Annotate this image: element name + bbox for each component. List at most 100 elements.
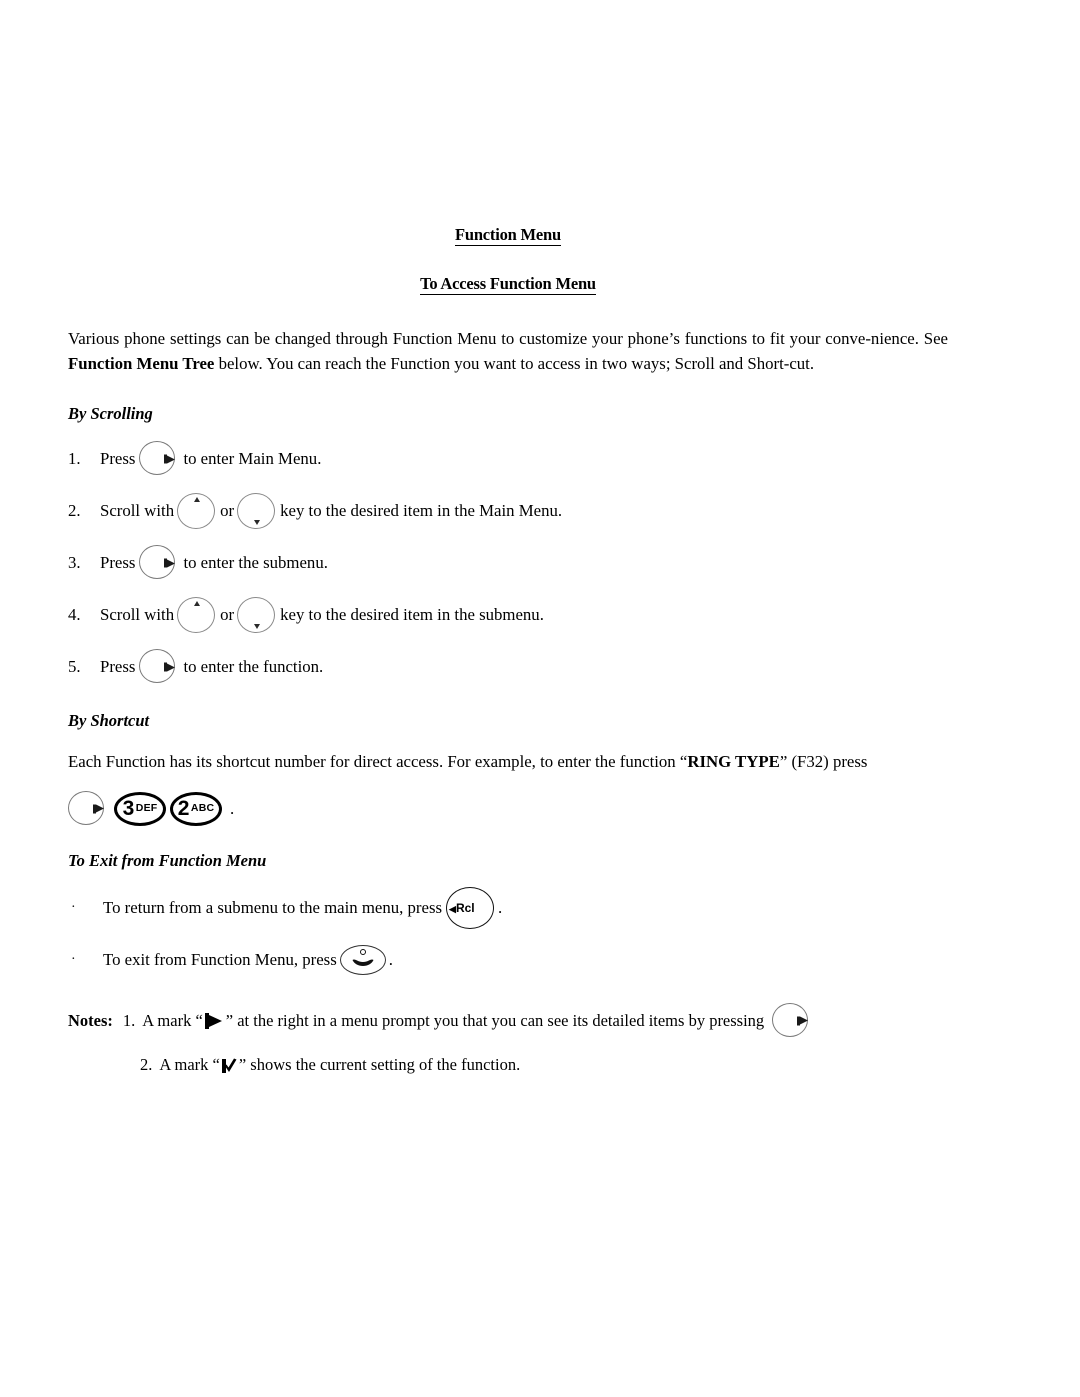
softkey-glyph [164, 558, 177, 568]
step-number: 3. [68, 553, 81, 572]
end-key-dot [359, 948, 366, 955]
up-arrow-mark [194, 497, 201, 502]
by-scrolling-heading: By Scrolling [68, 404, 153, 423]
left-arrow-icon: ◀ [449, 903, 456, 914]
function-softkey-icon[interactable] [139, 441, 179, 477]
bullet-text-before: To exit from Function Menu, press [103, 949, 337, 969]
down-arrow-mark [254, 624, 261, 629]
note-text-before: A mark “ [142, 1010, 203, 1030]
note-number: 1. [122, 1010, 136, 1030]
handset-icon [352, 959, 374, 966]
function-softkey-icon[interactable] [772, 1002, 812, 1039]
keypad-letters: ABC [190, 802, 215, 815]
page-title: Function Menu [68, 225, 948, 246]
shortcut-bold-term: RING TYPE [687, 752, 780, 771]
notes-label: Notes: [68, 1010, 113, 1030]
step-text-after: to enter Main Menu. [183, 449, 322, 468]
shortcut-period: . [230, 798, 235, 818]
intro-bold-term: Function Menu Tree [68, 353, 215, 373]
note-item: 2. A mark “ ” shows the current setting … [68, 1053, 948, 1077]
step-text-before: Press [100, 449, 136, 468]
keypad-key-2[interactable]: 2 ABC [170, 791, 222, 826]
intro-part1: Various phone settings can be changed th… [68, 329, 948, 348]
scroll-down-key-icon[interactable] [237, 493, 277, 529]
step-text-before: Press [100, 553, 136, 572]
list-item: 1. Press to enter Main Menu. [68, 441, 948, 477]
down-arrow-mark [254, 520, 261, 525]
shortcut-key-sequence: 3 DEF 2 ABC . [68, 789, 948, 829]
note-text-before: A mark “ [159, 1054, 220, 1074]
recall-text: Rcl [455, 900, 475, 915]
section-title: To Access Function Menu [68, 274, 948, 295]
note-text-mid: ” shows the current setting of the funct… [238, 1054, 521, 1074]
recall-key-icon[interactable]: ◀Rcl [446, 886, 495, 929]
step-text-middle: or [220, 501, 235, 520]
keypad-digit: 2 [177, 797, 190, 820]
function-softkey-icon[interactable] [68, 790, 108, 827]
to-exit-heading: To Exit from Function Menu [68, 850, 267, 870]
step-number: 4. [68, 605, 81, 624]
step-text-before: Scroll with [100, 501, 175, 520]
end-call-key-icon[interactable] [339, 944, 386, 975]
step-text-after: key to the desired item in the submenu. [280, 605, 544, 624]
step-number: 2. [68, 501, 81, 520]
shortcut-paragraph: Each Function has its shortcut number fo… [68, 750, 948, 775]
list-item: 5. Press to enter the function. [68, 649, 948, 685]
function-softkey-icon[interactable] [139, 649, 179, 685]
keypad-letters: DEF [135, 802, 158, 815]
bullet-marker: · [71, 951, 76, 967]
step-number: 5. [68, 657, 81, 676]
scroll-up-key-icon[interactable] [177, 597, 217, 633]
step-text-after: to enter the submenu. [183, 553, 328, 572]
keypad-key-3[interactable]: 3 DEF [114, 791, 166, 826]
shortcut-text-after: ” (F32) press [779, 752, 868, 771]
list-item: · To exit from Function Menu, press . [68, 944, 948, 975]
softkey-glyph [93, 804, 106, 813]
list-item: · To return from a submenu to the main m… [68, 886, 948, 929]
function-softkey-icon[interactable] [139, 545, 179, 581]
step-number: 1. [68, 449, 81, 468]
page-content: Function Menu To Access Function Menu Va… [68, 225, 948, 1077]
list-item: 3. Press to enter the submenu. [68, 545, 948, 581]
submenu-flag-mark-icon [204, 1012, 224, 1029]
bullet-text-after: . [388, 949, 393, 969]
step-text-before: Scroll with [100, 605, 175, 624]
bullet-text-after: . [498, 897, 503, 917]
bullet-marker: · [71, 899, 76, 915]
recall-key-label: ◀Rcl [449, 902, 475, 914]
step-text-after: to enter the function. [183, 657, 324, 676]
note-number: 2. [140, 1054, 153, 1074]
note-text-mid: ” at the right in a menu prompt you that… [225, 1010, 765, 1030]
notes-block: Notes: 1. A mark “ ” at the right in a m… [68, 1002, 948, 1077]
current-setting-check-mark-icon [221, 1057, 237, 1073]
bullet-text-before: To return from a submenu to the main men… [103, 897, 443, 917]
scroll-down-key-icon[interactable] [237, 597, 277, 633]
section-title-text: To Access Function Menu [420, 274, 596, 295]
document-page: Function Menu To Access Function Menu Va… [0, 0, 1080, 1397]
softkey-glyph [797, 1016, 810, 1025]
list-item: 2. Scroll with or key to the desired ite… [68, 493, 948, 529]
softkey-glyph [164, 454, 177, 464]
scroll-up-key-icon[interactable] [177, 493, 217, 529]
intro-part2: below. You can reach the Function you wa… [214, 353, 815, 373]
keypad-digit: 3 [122, 797, 135, 820]
step-text-after: key to the desired item in the Main Menu… [280, 501, 563, 520]
step-text-middle: or [220, 605, 235, 624]
step-text-before: Press [100, 657, 136, 676]
softkey-glyph [164, 662, 177, 672]
list-item: 4. Scroll with or key to the desired ite… [68, 597, 948, 633]
up-arrow-mark [194, 601, 201, 606]
